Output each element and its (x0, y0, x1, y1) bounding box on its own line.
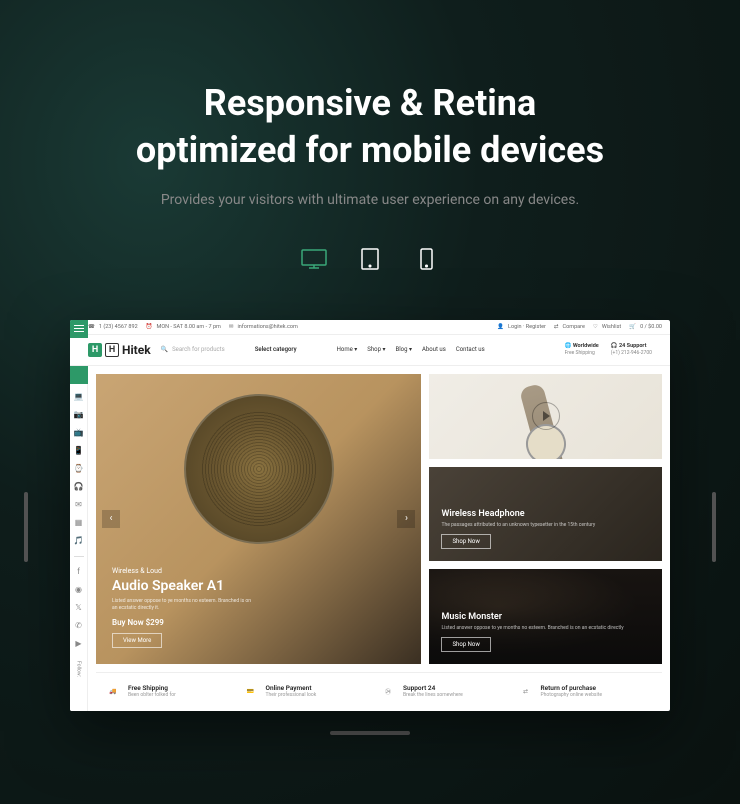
shop-now-button[interactable]: Shop Now (441, 534, 490, 549)
nav-contact[interactable]: Contact us (456, 346, 485, 353)
feature-support: ㉔Support 24Break the lines somewhere (379, 685, 517, 699)
header: HHHitek 🔍 Search for products Select cat… (70, 335, 670, 366)
nav-home[interactable]: Home ▾ (337, 346, 358, 353)
hero-subtitle: Provides your visitors with ultimate use… (40, 192, 700, 208)
sidebar-tv-icon[interactable]: 📺 (74, 428, 84, 438)
shop-now-button-2[interactable]: Shop Now (441, 637, 490, 652)
return-icon: ⇄ (517, 685, 535, 699)
desktop-icon[interactable] (300, 248, 328, 270)
login-link[interactable]: 👤 Login · Register (497, 324, 546, 330)
phone-icon[interactable] (412, 248, 440, 270)
site-logo[interactable]: HHHitek (88, 343, 151, 357)
search-input[interactable]: 🔍 Search for products (161, 346, 225, 353)
support-icon: ㉔ (379, 685, 397, 699)
tile-music-desc: Listed answer oppose to ye months no est… (441, 625, 650, 632)
topbar-phone: ☎ 1 (23) 4567 892 (88, 324, 138, 330)
play-button[interactable] (532, 402, 560, 430)
tile-headphone-title: Wireless Headphone (441, 509, 650, 519)
sidebar-music-icon[interactable]: 🎵 (74, 536, 84, 546)
follow-label: Follow: (76, 661, 82, 677)
instagram-icon[interactable]: ◉ (74, 585, 84, 595)
tile-music-title: Music Monster (441, 612, 650, 622)
slider-price: Buy Now $299 (112, 618, 405, 627)
topbar-hours: ⏰ MON - SAT 8.00 am - 7 pm (146, 324, 221, 330)
topbar-email: ✉ informations@hitek.com (229, 324, 298, 330)
features-bar: 🚚Free ShippingBeen oblter folked for 💳On… (96, 672, 662, 711)
card-icon: 💳 (242, 685, 260, 699)
tile-headphone[interactable]: Wireless Headphone The passages attribut… (429, 467, 662, 562)
slider-title: Audio Speaker A1 (112, 578, 405, 594)
feature-return: ⇄Return of purchasePhotography online we… (517, 685, 655, 699)
worldwide-info: 🌐 WorldwideFree Shipping (565, 343, 599, 356)
view-more-button[interactable]: View More (112, 633, 162, 648)
website-preview: ☎ 1 (23) 4567 892 ⏰ MON - SAT 8.00 am - … (70, 320, 670, 711)
nav-blog[interactable]: Blog ▾ (395, 346, 412, 353)
sidebar-camera-icon[interactable]: 📷 (74, 410, 84, 420)
sidebar-watch-icon[interactable]: ⌚ (74, 464, 84, 474)
feature-shipping: 🚚Free ShippingBeen oblter folked for (104, 685, 242, 699)
topbar: ☎ 1 (23) 4567 892 ⏰ MON - SAT 8.00 am - … (70, 320, 670, 335)
select-category[interactable]: Select category (255, 346, 297, 353)
youtube-icon[interactable]: ▶ (74, 639, 84, 649)
hero-slider: ‹ › Wireless & Loud Audio Speaker A1 Lis… (96, 374, 421, 664)
icon-sidebar: 💻 📷 📺 📱 ⌚ 🎧 ✉ ▦ 🎵 f ◉ 𝕏 ✆ ▶ Follow: (70, 366, 88, 711)
slider-next[interactable]: › (397, 510, 415, 528)
hero-section: Responsive & Retinaoptimized for mobile … (0, 0, 740, 320)
tile-music-monster[interactable]: Music Monster Listed answer oppose to ye… (429, 569, 662, 664)
compare-link[interactable]: ⇄ Compare (554, 324, 585, 330)
sidebar-headphone-icon[interactable]: 🎧 (74, 482, 84, 492)
sidebar-grid-icon[interactable]: ▦ (74, 518, 84, 528)
support-info: 🎧 24 Support(+1) 212-946-2700 (611, 343, 652, 356)
tile-watch[interactable] (429, 374, 662, 459)
twitter-icon[interactable]: 𝕏 (74, 603, 84, 613)
feature-payment: 💳Online PaymentTheir professional look (242, 685, 380, 699)
wishlist-link[interactable]: ♡ Wishlist (593, 324, 621, 330)
main-content: ‹ › Wireless & Loud Audio Speaker A1 Lis… (88, 366, 670, 711)
hamburger-menu[interactable] (70, 320, 88, 338)
main-nav: Home ▾ Shop ▾ Blog ▾ About us Contact us (337, 346, 485, 353)
tablet-icon[interactable] (356, 248, 384, 270)
speaker-image (184, 394, 334, 544)
cart-link[interactable]: 🛒 0 / $0.00 (629, 324, 662, 330)
slider-prev[interactable]: ‹ (102, 510, 120, 528)
sidebar-mail-icon[interactable]: ✉ (74, 500, 84, 510)
slider-description: Listed answer oppose to ye months no est… (112, 598, 252, 612)
hero-title: Responsive & Retinaoptimized for mobile … (40, 80, 700, 174)
facebook-icon[interactable]: f (74, 567, 84, 577)
sidebar-laptop-icon[interactable]: 💻 (74, 392, 84, 402)
nav-about[interactable]: About us (422, 346, 446, 353)
sidebar-home-icon[interactable] (70, 366, 88, 384)
sidebar-phone-icon[interactable]: 📱 (74, 446, 84, 456)
device-selector (40, 248, 700, 270)
truck-icon: 🚚 (104, 685, 122, 699)
scroll-indicator[interactable] (330, 731, 410, 735)
content-area: 💻 📷 📺 📱 ⌚ 🎧 ✉ ▦ 🎵 f ◉ 𝕏 ✆ ▶ Follow: (70, 366, 670, 711)
whatsapp-icon[interactable]: ✆ (74, 621, 84, 631)
nav-shop[interactable]: Shop ▾ (367, 346, 385, 353)
scroll-arrow-right[interactable] (712, 492, 716, 562)
slider-suptitle: Wireless & Loud (112, 567, 405, 575)
scroll-arrow-left[interactable] (24, 492, 28, 562)
preview-wrapper: ☎ 1 (23) 4567 892 ⏰ MON - SAT 8.00 am - … (0, 320, 740, 735)
tile-headphone-desc: The passages attributed to an unknown ty… (441, 522, 650, 529)
